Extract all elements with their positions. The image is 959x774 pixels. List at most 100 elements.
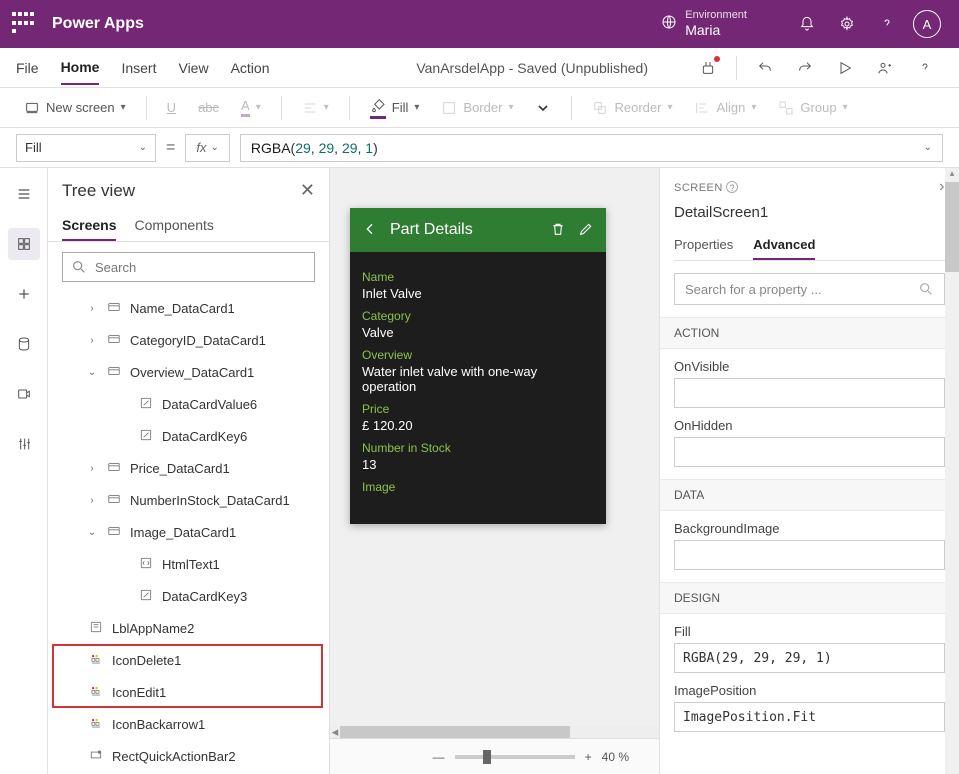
property-selector[interactable]: Fill ⌄	[16, 134, 156, 162]
props-field-label: OnVisible	[674, 359, 945, 374]
undo-button[interactable]	[747, 50, 783, 86]
tree-item[interactable]: DataCardKey6	[48, 420, 329, 452]
new-screen-button[interactable]: New screen ▾	[16, 96, 134, 120]
waffle-icon[interactable]	[12, 12, 36, 36]
reorder-button[interactable]: Reorder▾	[584, 96, 680, 120]
expand-formula-icon[interactable]: ⌄	[924, 142, 932, 153]
screen-label: SCREEN	[674, 182, 723, 194]
twisty-icon[interactable]: ›	[86, 463, 98, 474]
tree-tab-components[interactable]: Components	[134, 211, 213, 241]
tree-item[interactable]: ›Name_DataCard1	[48, 292, 329, 324]
props-field: BackgroundImage	[660, 511, 959, 570]
align-text-button[interactable]: ▾	[294, 96, 337, 120]
group-button[interactable]: Group▾	[770, 96, 855, 120]
zoom-slider[interactable]	[455, 755, 575, 759]
zoom-in-button[interactable]: +	[585, 750, 592, 764]
close-tree-button[interactable]: ✕	[300, 180, 315, 201]
help-button[interactable]	[867, 0, 907, 48]
props-field-input[interactable]	[674, 540, 945, 570]
settings-button[interactable]	[827, 0, 867, 48]
field-value: Valve	[362, 325, 594, 340]
info-icon[interactable]: ?	[726, 181, 738, 193]
more-formatting-button[interactable]	[527, 96, 559, 120]
tree-tab-screens[interactable]: Screens	[62, 211, 116, 241]
tree-item-icon	[136, 428, 156, 445]
rail-data[interactable]	[8, 328, 40, 360]
rail-hamburger[interactable]	[8, 178, 40, 210]
field-label: Category	[362, 309, 594, 323]
tree-item[interactable]: ›Price_DataCard1	[48, 452, 329, 484]
tree-list[interactable]: ›Name_DataCard1›CategoryID_DataCard1⌄Ove…	[48, 292, 329, 774]
field-value: Water inlet valve with one-way operation	[362, 364, 594, 394]
underline-button[interactable]: U	[159, 96, 184, 119]
app-preview[interactable]: Part Details NameInlet ValveCategoryValv…	[350, 208, 606, 524]
menu-action[interactable]: Action	[231, 52, 270, 84]
props-search-input[interactable]: Search for a property ...	[674, 273, 945, 305]
tree-item-icon	[104, 492, 124, 509]
twisty-icon[interactable]: ›	[86, 495, 98, 506]
share-button[interactable]	[867, 50, 903, 86]
play-button[interactable]	[827, 50, 863, 86]
canvas-area: Part Details NameInlet ValveCategoryValv…	[330, 168, 659, 774]
formula-bar: Fill ⌄ = fx⌄ RGBA(29, 29, 29, 1) ⌄	[0, 128, 959, 168]
strikethrough-button[interactable]: abc	[190, 96, 227, 119]
edit-icon[interactable]	[578, 221, 594, 240]
twisty-icon[interactable]: ›	[86, 303, 98, 314]
props-tab-advanced[interactable]: Advanced	[753, 231, 815, 260]
border-button[interactable]: Border▾	[433, 96, 521, 120]
notifications-button[interactable]	[787, 0, 827, 48]
props-scrollbar[interactable]: ▴	[945, 168, 959, 774]
fill-button[interactable]: Fill ▾	[362, 93, 428, 123]
tree-item[interactable]: DataCardValue6	[48, 388, 329, 420]
tree-item[interactable]: IconEdit1	[48, 676, 329, 708]
props-field-input[interactable]	[674, 378, 945, 408]
props-field-input[interactable]: RGBA(29, 29, 29, 1)	[674, 643, 945, 673]
rail-insert[interactable]	[8, 278, 40, 310]
canvas-viewport[interactable]: Part Details NameInlet ValveCategoryValv…	[330, 168, 659, 726]
font-color-button[interactable]: A▾	[233, 94, 269, 121]
tree-item[interactable]: ›CategoryID_DataCard1	[48, 324, 329, 356]
tree-item[interactable]: ⌄Overview_DataCard1	[48, 356, 329, 388]
tree-item[interactable]: ›NumberInStock_DataCard1	[48, 484, 329, 516]
preview-title: Part Details	[390, 221, 538, 239]
canvas-h-scrollbar[interactable]: ◂	[330, 726, 659, 738]
tree-item[interactable]: IconDelete1	[48, 644, 329, 676]
menu-home[interactable]: Home	[61, 51, 100, 85]
tree-item[interactable]: HtmlText1	[48, 548, 329, 580]
tree-item[interactable]: RectQuickActionBar2	[48, 740, 329, 772]
zoom-out-button[interactable]: —	[433, 750, 445, 764]
props-field-input[interactable]	[674, 437, 945, 467]
tree-item[interactable]: LblAppName2	[48, 612, 329, 644]
tree-item-label: DataCardKey6	[162, 429, 247, 444]
tree-item[interactable]: DataCardKey3	[48, 580, 329, 612]
app-checker-button[interactable]	[690, 50, 726, 86]
redo-button[interactable]	[787, 50, 823, 86]
tree-item-icon	[104, 524, 124, 541]
fx-button[interactable]: fx⌄	[185, 134, 230, 162]
environment-picker[interactable]: Environment Maria	[661, 9, 747, 39]
tree-item[interactable]: IconBackarrow1	[48, 708, 329, 740]
menu-file[interactable]: File	[16, 52, 39, 84]
tree-search-input[interactable]: Search	[62, 252, 315, 282]
props-tab-properties[interactable]: Properties	[674, 231, 733, 260]
tree-item[interactable]: ⌄Image_DataCard1	[48, 516, 329, 548]
properties-panel: SCREEN ? › DetailScreen1 Properties Adva…	[659, 168, 959, 774]
props-field-label: ImagePosition	[674, 683, 945, 698]
delete-icon[interactable]	[550, 221, 566, 240]
help2-button[interactable]	[907, 50, 943, 86]
tree-item-label: HtmlText1	[162, 557, 220, 572]
twisty-icon[interactable]: ⌄	[86, 527, 98, 538]
formula-input[interactable]: RGBA(29, 29, 29, 1) ⌄	[240, 134, 943, 162]
props-field-input[interactable]: ImagePosition.Fit	[674, 702, 945, 732]
menu-insert[interactable]: Insert	[121, 52, 156, 84]
menu-view[interactable]: View	[178, 52, 208, 84]
tree-item-icon	[104, 460, 124, 477]
back-arrow-icon[interactable]	[362, 221, 378, 240]
twisty-icon[interactable]: ⌄	[86, 367, 98, 378]
account-button[interactable]: A	[907, 0, 947, 48]
rail-media[interactable]	[8, 378, 40, 410]
twisty-icon[interactable]: ›	[86, 335, 98, 346]
rail-advanced-tools[interactable]	[8, 428, 40, 460]
rail-tree-view[interactable]	[8, 228, 40, 260]
align-objects-button[interactable]: Align▾	[686, 96, 764, 120]
